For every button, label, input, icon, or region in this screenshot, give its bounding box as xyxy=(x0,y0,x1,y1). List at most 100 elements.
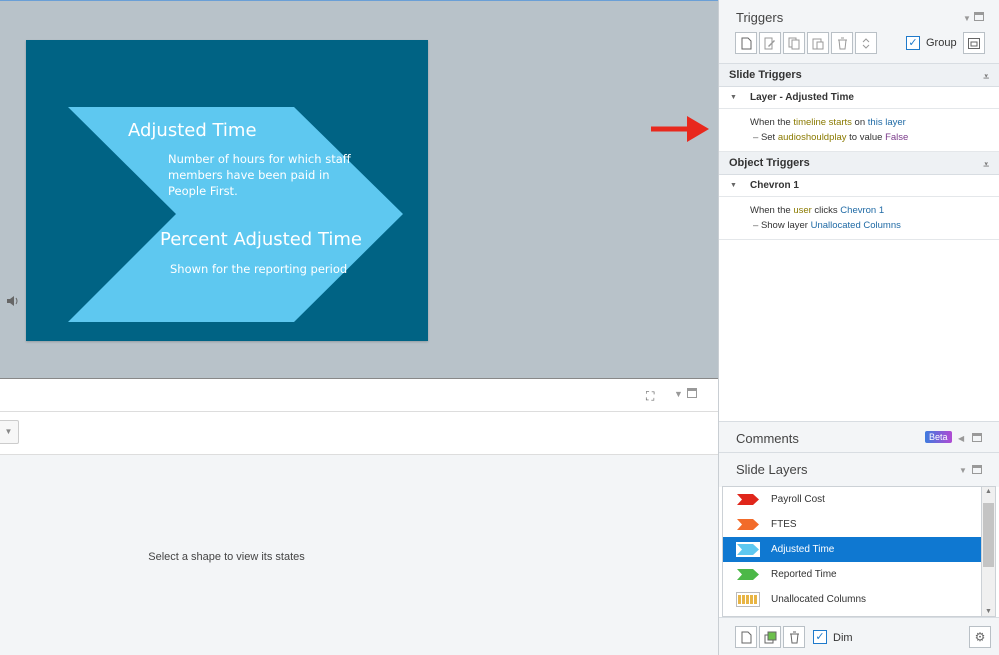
triggers-header: Triggers ▼ ✓ Group xyxy=(719,0,999,64)
new-document-icon xyxy=(741,631,751,643)
slide-layers-title: Slide Layers xyxy=(736,462,808,477)
trigger-text: Show layer xyxy=(760,220,811,231)
layer-thumbnail-icon xyxy=(736,542,760,557)
gear-icon[interactable]: ⚙ xyxy=(969,626,991,648)
slide-title-adjusted-time[interactable]: Adjusted Time xyxy=(128,120,257,141)
trigger-action: – Show layer Unallocated Columns xyxy=(750,218,999,233)
slide-canvas[interactable]: Adjusted Time Number of hours for which … xyxy=(0,0,718,378)
chevron-left-icon[interactable]: ◀ xyxy=(958,434,964,443)
trigger-text: on xyxy=(851,117,868,128)
trigger-event[interactable]: user xyxy=(793,205,811,216)
caret-down-icon[interactable]: ▼ xyxy=(730,175,737,197)
edit-trigger-button[interactable] xyxy=(759,32,781,54)
comments-header[interactable]: Comments Beta ◀ xyxy=(719,421,999,453)
delete-layer-button[interactable] xyxy=(783,626,805,648)
trigger-group-name: Layer - Adjusted Time xyxy=(750,92,854,103)
speaker-icon[interactable] xyxy=(6,294,20,308)
layer-label: Unallocated Columns xyxy=(771,594,867,605)
slide-title-percent[interactable]: Percent Adjusted Time xyxy=(160,229,362,250)
scroll-down-icon[interactable]: ▼ xyxy=(985,608,992,615)
layer-label: Reported Time xyxy=(771,569,837,580)
edit-states-icon[interactable]: ⛶ xyxy=(646,389,654,404)
new-trigger-button[interactable] xyxy=(735,32,757,54)
trigger-text: clicks xyxy=(811,205,841,216)
edit-icon xyxy=(764,37,775,49)
layer-label: Payroll Cost xyxy=(771,494,825,505)
slide[interactable]: Adjusted Time Number of hours for which … xyxy=(26,40,428,341)
restore-panel-icon[interactable] xyxy=(972,433,982,442)
layers-scrollbar[interactable]: ▲ ▼ xyxy=(981,486,996,617)
duplicate-icon xyxy=(764,631,776,643)
slide-body-period[interactable]: Shown for the reporting period xyxy=(170,262,347,276)
new-layer-button[interactable] xyxy=(735,626,757,648)
dash-icon: – xyxy=(753,132,759,143)
trigger-item[interactable]: When the timeline starts on this layer –… xyxy=(719,109,999,152)
trigger-item[interactable]: When the user clicks Chevron 1 – Show la… xyxy=(719,197,999,240)
trigger-action: – Set audioshouldplay to value False xyxy=(750,130,999,145)
new-document-icon xyxy=(741,37,751,49)
layers-footer: ✓ Dim ⚙ xyxy=(719,617,999,655)
dim-checkbox[interactable]: ✓ xyxy=(813,630,827,644)
trigger-text: When the xyxy=(750,205,794,216)
layer-thumbnail-icon xyxy=(736,592,760,607)
layer-row[interactable]: Payroll Cost xyxy=(723,487,981,512)
layer-row[interactable]: Adjusted Time xyxy=(723,537,981,562)
layer-label: FTES xyxy=(771,519,797,530)
copy-icon xyxy=(788,37,800,49)
restore-panel-icon[interactable] xyxy=(687,388,697,398)
object-triggers-title: Object Triggers xyxy=(729,157,810,169)
states-dropdown[interactable]: ▼ xyxy=(0,420,19,444)
red-arrow-annotation xyxy=(651,116,709,142)
trigger-view-button[interactable] xyxy=(963,32,985,54)
paste-trigger-button[interactable] xyxy=(807,32,829,54)
states-toolbar: ⛶ ▼ xyxy=(0,379,718,412)
trash-icon xyxy=(837,37,847,49)
trigger-group-name: Chevron 1 xyxy=(750,180,799,191)
trigger-value[interactable]: False xyxy=(885,132,908,143)
layer-label: Adjusted Time xyxy=(771,544,835,555)
layer-row[interactable]: Unallocated Columns xyxy=(723,587,981,612)
trigger-target[interactable]: Chevron 1 xyxy=(840,205,884,216)
scroll-up-icon[interactable]: ▲ xyxy=(985,488,992,495)
object-triggers-header[interactable]: Object Triggers ⩡ xyxy=(719,152,999,175)
group-checkbox[interactable]: ✓ xyxy=(906,36,920,50)
triggers-toolbar xyxy=(735,32,879,54)
chevron-down-icon[interactable]: ▼ xyxy=(674,389,683,399)
trigger-target[interactable]: Unallocated Columns xyxy=(811,220,901,231)
restore-panel-icon[interactable] xyxy=(972,465,982,474)
slide-body-hours[interactable]: Number of hours for which staff members … xyxy=(168,151,368,199)
dash-icon: – xyxy=(753,220,759,231)
layer-row[interactable]: Reported Time xyxy=(723,562,981,587)
slide-triggers-header[interactable]: Slide Triggers ⩡ xyxy=(719,64,999,87)
chevron-down-icon[interactable]: ▼ xyxy=(963,14,971,23)
caret-down-icon[interactable]: ▼ xyxy=(730,87,737,109)
right-panel: Triggers ▼ ✓ Group Slide Triggers ⩡ ▼ La… xyxy=(718,0,999,655)
triggers-title: Triggers xyxy=(736,10,784,25)
restore-panel-icon[interactable] xyxy=(974,12,984,21)
layer-row[interactable]: FTES xyxy=(723,512,981,537)
move-trigger-button[interactable] xyxy=(855,32,877,54)
duplicate-layer-button[interactable] xyxy=(759,626,781,648)
layer-thumbnail-icon xyxy=(736,517,760,532)
states-filter-row: ▼ xyxy=(0,412,718,455)
paste-icon xyxy=(812,38,824,49)
trash-icon xyxy=(789,631,799,643)
trigger-variable[interactable]: audioshouldplay xyxy=(778,132,847,143)
scrollbar-thumb[interactable] xyxy=(983,503,994,567)
trigger-event[interactable]: timeline starts xyxy=(793,117,852,128)
copy-trigger-button[interactable] xyxy=(783,32,805,54)
trigger-condition: When the user clicks Chevron 1 xyxy=(750,203,999,218)
comments-title: Comments xyxy=(736,431,799,446)
layer-thumbnail-icon xyxy=(736,492,760,507)
states-empty-message: Select a shape to view its states xyxy=(148,551,305,563)
beta-badge: Beta xyxy=(925,431,952,443)
collapse-icon[interactable]: ⩡ xyxy=(983,154,989,177)
trigger-group-layer-adjusted-time[interactable]: ▼ Layer - Adjusted Time xyxy=(719,87,999,109)
trigger-group-chevron-1[interactable]: ▼ Chevron 1 xyxy=(719,175,999,197)
chevron-down-icon[interactable]: ▼ xyxy=(959,466,967,475)
window-icon xyxy=(968,37,980,49)
delete-trigger-button[interactable] xyxy=(831,32,853,54)
dim-label: Dim xyxy=(833,632,853,644)
trigger-target[interactable]: this layer xyxy=(868,117,906,128)
collapse-icon[interactable]: ⩡ xyxy=(983,66,989,89)
